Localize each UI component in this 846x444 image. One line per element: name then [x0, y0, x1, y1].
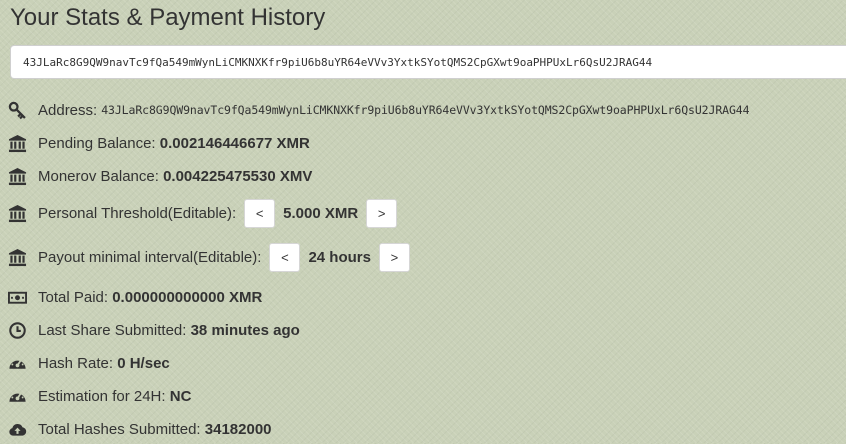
stat-total-paid: Total Paid: 0.000000000000 XMR	[8, 282, 262, 312]
stat-hash-rate: Hash Rate: 0 H/sec	[8, 348, 170, 378]
total-hashes-label: Total Hashes Submitted:	[38, 420, 201, 438]
total-paid-label: Total Paid:	[38, 288, 109, 306]
dashboard-icon	[8, 354, 27, 373]
total-paid-value: 0.000000000000 XMR	[112, 288, 263, 306]
money-icon	[8, 288, 27, 307]
interval-increase-button[interactable]: >	[378, 242, 410, 272]
threshold-increase-button[interactable]: >	[366, 198, 398, 228]
clock-icon	[8, 321, 27, 340]
estimation-value: NC	[169, 387, 192, 405]
hash-rate-label: Hash Rate:	[38, 354, 114, 372]
personal-threshold-label: Personal Threshold(Editable):	[38, 204, 237, 222]
wallet-address-input[interactable]	[10, 45, 846, 79]
page-title: Your Stats & Payment History	[10, 4, 326, 31]
stat-total-hashes: Total Hashes Submitted: 34182000	[8, 414, 272, 444]
personal-threshold-value: 5.000 XMR	[283, 204, 359, 222]
stat-pending-balance: Pending Balance: 0.002146446677 XMR	[8, 128, 310, 158]
address-value: 43JLaRc8G9QW9navTc9fQa549mWynLiCMKNXKfr9…	[101, 103, 750, 117]
address-label: Address:	[38, 101, 98, 119]
bank-icon	[8, 248, 27, 267]
cloud-upload-icon	[8, 420, 27, 439]
last-share-label: Last Share Submitted:	[38, 321, 187, 339]
stat-last-share: Last Share Submitted: 38 minutes ago	[8, 315, 300, 345]
monerov-balance-value: 0.004225475530 XMV	[163, 167, 313, 185]
threshold-decrease-button[interactable]: <	[244, 198, 276, 228]
estimation-label: Estimation for 24H:	[38, 387, 166, 405]
pending-balance-value: 0.002146446677 XMR	[159, 134, 310, 152]
dashboard-icon	[8, 387, 27, 406]
stat-monerov-balance: Monerov Balance: 0.004225475530 XMV	[8, 161, 312, 191]
stat-estimation: Estimation for 24H: NC	[8, 381, 191, 411]
payout-interval-value: 24 hours	[308, 248, 371, 266]
total-hashes-value: 34182000	[204, 420, 272, 438]
bank-icon	[8, 134, 27, 153]
stat-payout-interval: Payout minimal interval(Editable): < 24 …	[8, 242, 410, 272]
stat-personal-threshold: Personal Threshold(Editable): < 5.000 XM…	[8, 198, 398, 228]
bank-icon	[8, 204, 27, 223]
interval-decrease-button[interactable]: <	[269, 242, 301, 272]
key-icon	[8, 101, 27, 120]
payout-interval-label: Payout minimal interval(Editable):	[38, 248, 262, 266]
hash-rate-value: 0 H/sec	[117, 354, 170, 372]
last-share-value: 38 minutes ago	[190, 321, 300, 339]
stat-address: Address: 43JLaRc8G9QW9navTc9fQa549mWynLi…	[8, 95, 750, 125]
monerov-balance-label: Monerov Balance:	[38, 167, 159, 185]
bank-icon	[8, 167, 27, 186]
pending-balance-label: Pending Balance:	[38, 134, 156, 152]
